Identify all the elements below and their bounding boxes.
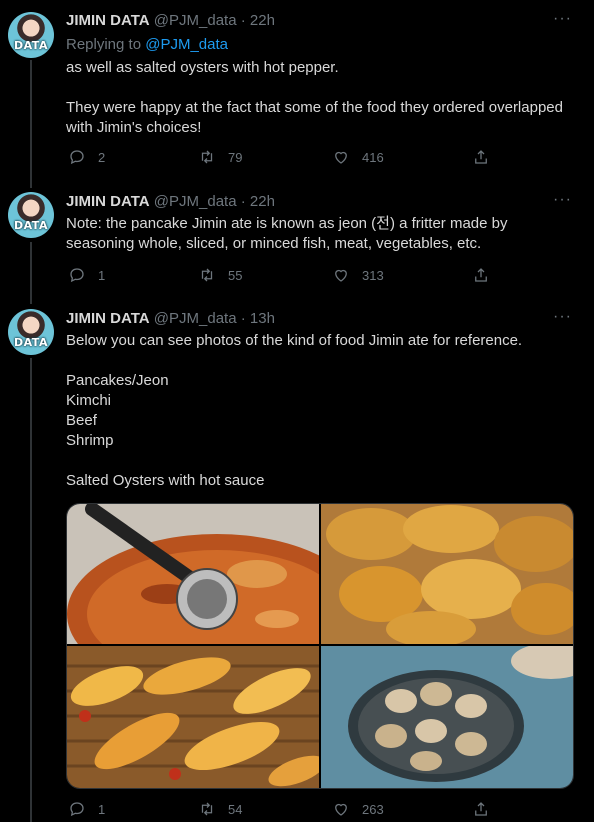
reply-icon [70, 802, 84, 817]
text-line: Pancakes/Jeon [66, 372, 169, 389]
retweet-count: 54 [228, 801, 243, 817]
shrimp-photo[interactable] [67, 646, 319, 788]
tweet[interactable]: DATA JIMIN DATA @PJM_data · 22h ··· Note… [0, 185, 594, 302]
tweet-time[interactable]: · 22h [241, 193, 275, 210]
text-line: Note: the pancake Jimin ate is known as … [66, 215, 508, 252]
like-button[interactable]: 416 [332, 148, 384, 166]
text-line: Shrimp [66, 432, 114, 449]
author-handle[interactable]: @PJM_data [154, 310, 237, 327]
tweet-actions: 1 55 313 [66, 266, 496, 286]
reply-count: 2 [98, 149, 106, 165]
text-line: Kimchi [66, 392, 112, 409]
oysters-photo[interactable] [321, 646, 573, 788]
more-icon[interactable]: ··· [553, 308, 572, 326]
text-line: Salted Oysters with hot sauce [66, 472, 265, 489]
replying-to: Replying to @PJM_data [66, 36, 228, 53]
text-line: They were happy at the fact that some of… [66, 99, 563, 136]
replying-prefix: Replying to [66, 36, 142, 53]
like-count: 416 [362, 149, 384, 165]
reply-button[interactable]: 1 [68, 266, 105, 284]
text-line: Beef [66, 412, 97, 429]
more-icon[interactable]: ··· [553, 191, 572, 209]
text-line [66, 351, 576, 371]
avatar[interactable]: DATA [8, 192, 54, 238]
retweet-button[interactable]: 79 [198, 148, 242, 166]
author-handle[interactable]: @PJM_data [154, 12, 237, 29]
tweet-time[interactable]: · 13h [241, 310, 275, 327]
like-count: 263 [362, 801, 384, 817]
tweet-time[interactable]: · 22h [241, 12, 275, 29]
tweet-actions: 2 79 416 [66, 148, 496, 168]
author-name[interactable]: JIMIN DATA [66, 12, 150, 29]
like-button[interactable]: 313 [332, 266, 384, 284]
more-icon[interactable]: ··· [553, 10, 572, 28]
retweet-count: 55 [228, 267, 243, 283]
text-line: as well as salted oysters with hot peppe… [66, 59, 339, 76]
reply-button[interactable]: 2 [68, 148, 105, 166]
avatar-label: DATA [14, 39, 48, 52]
text-line [66, 78, 576, 98]
avatar[interactable]: DATA [8, 309, 54, 355]
tweet-text: Note: the pancake Jimin ate is known as … [66, 214, 576, 254]
author-handle[interactable]: @PJM_data [154, 193, 237, 210]
like-icon [335, 151, 347, 164]
author-name[interactable]: JIMIN DATA [66, 310, 150, 327]
like-icon [335, 803, 347, 816]
like-button[interactable]: 263 [332, 800, 384, 818]
reply-count: 1 [98, 267, 106, 283]
pancake-photo[interactable] [67, 504, 319, 644]
author-name[interactable]: JIMIN DATA [66, 193, 150, 210]
replying-link[interactable]: @PJM_data [145, 36, 228, 53]
retweet-button[interactable]: 55 [198, 266, 242, 284]
avatar[interactable]: DATA [8, 12, 54, 58]
retweet-icon [201, 150, 213, 164]
share-button[interactable] [472, 148, 490, 166]
share-button[interactable] [472, 266, 490, 284]
reply-icon [70, 268, 84, 283]
share-icon [475, 268, 487, 282]
like-count: 313 [362, 267, 384, 283]
avatar-label: DATA [14, 219, 48, 232]
reply-icon [70, 150, 84, 165]
tweet-text: as well as salted oysters with hot peppe… [66, 58, 576, 138]
tweet[interactable]: DATA JIMIN DATA @PJM_data · 22h ··· Repl… [0, 0, 594, 185]
share-button[interactable] [472, 800, 490, 818]
text-line [66, 451, 576, 471]
text-line: Below you can see photos of the kind of … [66, 332, 523, 349]
like-icon [335, 269, 347, 282]
jeon-photo[interactable] [321, 504, 573, 644]
avatar-label: DATA [14, 336, 48, 349]
retweet-button[interactable]: 54 [198, 800, 242, 818]
reply-button[interactable]: 1 [68, 800, 105, 818]
share-icon [475, 150, 487, 164]
tweet-text: Below you can see photos of the kind of … [66, 331, 576, 491]
tweet-header: JIMIN DATA @PJM_data · 22h [66, 12, 275, 29]
reply-count: 1 [98, 801, 106, 817]
tweet-header: JIMIN DATA @PJM_data · 13h [66, 310, 275, 327]
tweet-header: JIMIN DATA @PJM_data · 22h [66, 193, 275, 210]
share-icon [475, 802, 487, 816]
tweet-actions: 1 54 263 [66, 800, 496, 820]
retweet-icon [201, 268, 213, 282]
photo-grid [66, 503, 574, 789]
retweet-count: 79 [228, 149, 243, 165]
retweet-icon [201, 802, 213, 816]
